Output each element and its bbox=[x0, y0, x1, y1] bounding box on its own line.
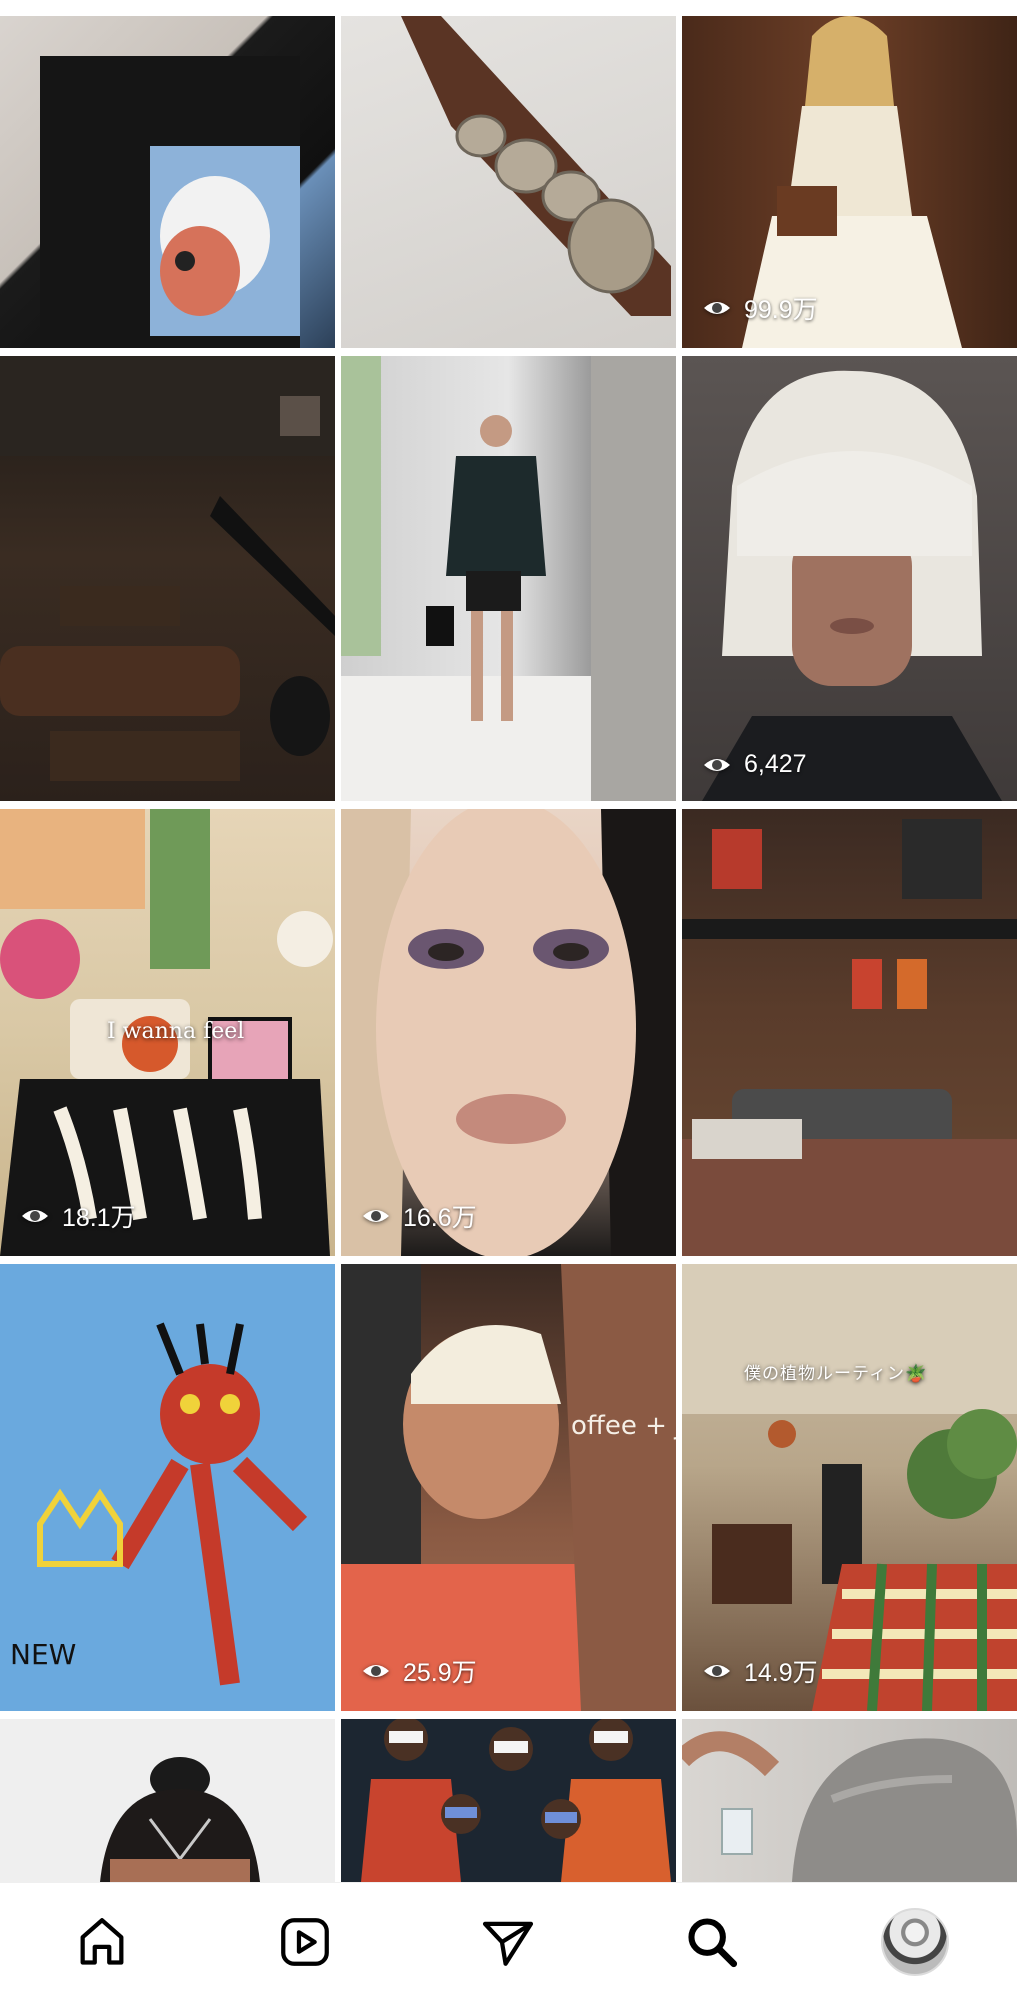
search-icon bbox=[688, 1918, 737, 1968]
messages-icon bbox=[483, 1921, 534, 1966]
nav-messages-button[interactable] bbox=[473, 1907, 543, 1977]
hair-salon-illustration bbox=[682, 1731, 1017, 1882]
grid-tile-blazer-outfit[interactable] bbox=[341, 356, 676, 801]
grid-tile-scarf-top-outfit[interactable]: 99.9万 bbox=[682, 16, 1017, 348]
home-icon bbox=[80, 1918, 124, 1965]
view-count-label: 6,427 bbox=[744, 750, 807, 778]
grid-tile-plant-filled-room[interactable]: 僕の植物ルーティン🪴 14.9万 bbox=[682, 1264, 1017, 1711]
nav-profile-button[interactable] bbox=[880, 1907, 950, 1977]
grid-tile-hair-salon[interactable] bbox=[682, 1719, 1017, 1882]
loft-interior-illustration bbox=[0, 356, 335, 781]
profile-avatar bbox=[881, 1908, 950, 1976]
grid-tile-makeup-closeup[interactable]: 16.6万 bbox=[341, 809, 676, 1256]
explore-grid: 99.9万 6,427 I wanna feel 18.1万 16.6万 NEW… bbox=[0, 0, 1017, 1882]
eye-icon bbox=[704, 758, 730, 771]
nav-home-button[interactable] bbox=[67, 1907, 137, 1977]
graphic-tee-illustration bbox=[40, 56, 300, 348]
grid-tile-street-art-painting[interactable]: NEW bbox=[0, 1264, 335, 1711]
video-caption: 僕の植物ルーティン🪴 bbox=[744, 1364, 928, 1384]
braided-updo-illustration bbox=[100, 1757, 260, 1882]
view-count: 14.9万 bbox=[702, 1653, 818, 1689]
makeup-face-illustration bbox=[341, 809, 676, 1256]
eye-icon bbox=[363, 1665, 389, 1677]
view-count: 99.9万 bbox=[702, 290, 818, 326]
view-count-label: 25.9万 bbox=[403, 1659, 477, 1687]
view-count: 16.6万 bbox=[361, 1198, 477, 1234]
view-count-label: 14.9万 bbox=[744, 1659, 818, 1687]
view-count: 25.9万 bbox=[361, 1653, 477, 1689]
view-count: 6,427 bbox=[702, 750, 807, 779]
bracelets-illustration bbox=[401, 16, 671, 316]
view-count-label: 16.6万 bbox=[403, 1204, 477, 1232]
view-count-label: 18.1万 bbox=[62, 1204, 136, 1232]
grid-tile-platinum-pixie-cut[interactable]: offee + Jes 25.9万 bbox=[341, 1264, 676, 1711]
eye-icon bbox=[704, 1665, 730, 1677]
street-art-illustration: NEW bbox=[0, 1264, 335, 1711]
video-caption: I wanna feel bbox=[107, 1019, 245, 1044]
grid-tile-white-bob-portrait[interactable]: 6,427 bbox=[682, 356, 1017, 801]
grid-tile-group-glasses-photo[interactable] bbox=[341, 1719, 676, 1882]
view-count-label: 99.9万 bbox=[744, 296, 818, 324]
eye-icon bbox=[22, 1210, 48, 1222]
view-count: 18.1万 bbox=[20, 1198, 136, 1234]
svg-text:NEW: NEW bbox=[10, 1638, 76, 1671]
grid-tile-silver-bracelets[interactable] bbox=[341, 16, 676, 348]
bottom-navigation-bar bbox=[0, 1882, 1017, 2001]
grid-tile-dark-loft-interior[interactable] bbox=[0, 356, 335, 801]
grid-tile-cozy-bedroom[interactable]: I wanna feel 18.1万 bbox=[0, 809, 335, 1256]
reels-icon bbox=[281, 1918, 329, 1966]
grid-tile-graphic-tee[interactable] bbox=[0, 16, 335, 348]
nav-reels-button[interactable] bbox=[270, 1907, 340, 1977]
blazer-outfit-illustration bbox=[341, 356, 676, 801]
svg-text:offee + Jes: offee + Jes bbox=[571, 1411, 676, 1441]
grid-tile-industrial-loft[interactable] bbox=[682, 809, 1017, 1256]
grid-tile-braided-updo[interactable] bbox=[0, 1719, 335, 1882]
group-photo-illustration bbox=[361, 1719, 671, 1882]
eye-icon bbox=[363, 1210, 389, 1222]
industrial-loft-illustration bbox=[682, 819, 1017, 1256]
plant-room-illustration bbox=[682, 1264, 1017, 1711]
eye-icon bbox=[704, 302, 730, 314]
pixie-cut-illustration: offee + Jes bbox=[341, 1264, 676, 1711]
bob-portrait-illustration bbox=[702, 370, 1002, 801]
nav-search-button[interactable] bbox=[677, 1907, 747, 1977]
